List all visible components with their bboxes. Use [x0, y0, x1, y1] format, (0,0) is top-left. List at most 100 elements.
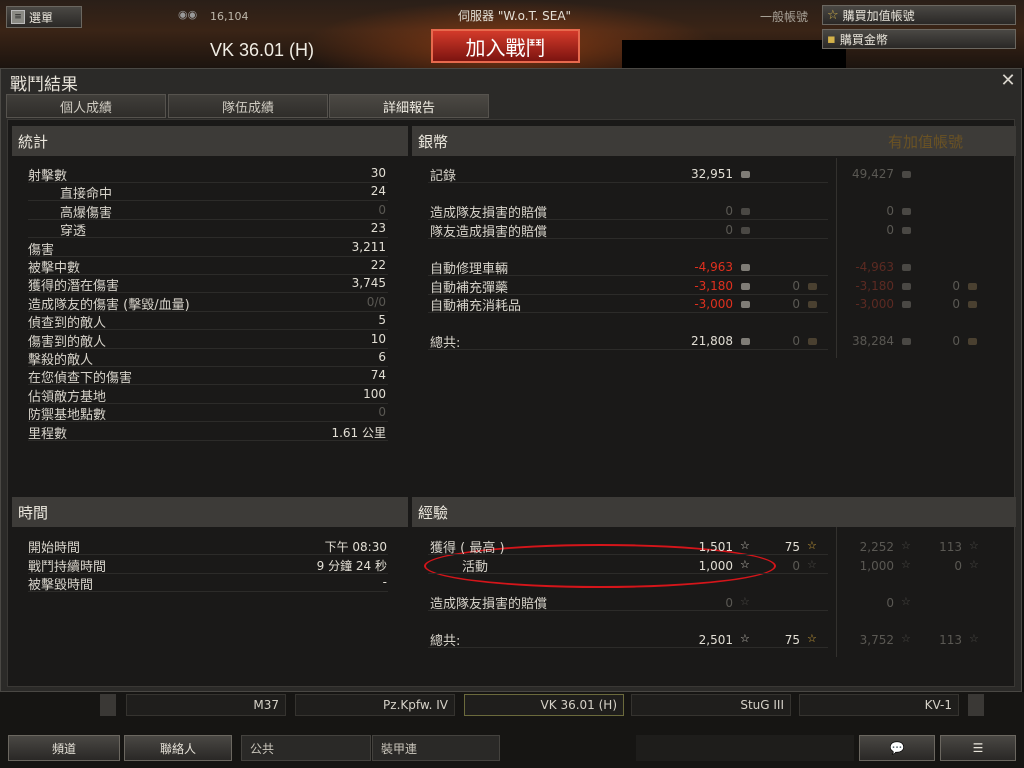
stats-row-value: 3,745: [351, 276, 386, 291]
premium-gold-icon: [968, 301, 977, 309]
premium-xp-star-icon: ☆: [901, 594, 911, 608]
credits-row-value: 0: [725, 204, 733, 219]
stats-row-value: 0: [378, 405, 386, 420]
gold-icon: ▪: [827, 31, 836, 47]
list-icon: ☰: [972, 741, 984, 755]
buy-gold-button[interactable]: ▪ 購買金幣: [822, 29, 1016, 49]
buy-premium-button[interactable]: ☆ 購買加值帳號: [822, 5, 1016, 25]
free-xp-star-icon: ☆: [807, 557, 817, 571]
premium-divider: [836, 158, 837, 358]
credits-row-value: 21,808: [691, 334, 733, 349]
gold-coin-icon: [808, 282, 817, 290]
premium-credits-value: 38,284: [852, 334, 894, 349]
credits-row-value: -4,963: [694, 260, 733, 274]
premium-coin-icon: [902, 208, 911, 216]
premium-xp-star-icon: ☆: [901, 539, 911, 552]
time-row-value: 下午 08:30: [324, 540, 387, 554]
premium-credits-value: -3,000: [855, 297, 894, 312]
contacts-button[interactable]: 聯絡人: [124, 735, 232, 761]
time-header-label: 時間: [18, 503, 49, 522]
list-button[interactable]: ☰: [940, 735, 1016, 761]
stats-row-value: 3,211: [351, 239, 386, 254]
credits-row-value: -3,180: [694, 278, 733, 293]
stats-row-value: 1.61 公里: [331, 425, 386, 440]
silver-coin-icon: [741, 338, 750, 346]
notification-area: [636, 735, 854, 761]
free-xp-value: 75: [784, 540, 800, 554]
public-chat-tab[interactable]: 公共: [241, 735, 371, 761]
carousel-tank-slot[interactable]: StuG III: [631, 694, 791, 716]
stats-row-divider: [28, 255, 388, 257]
carousel-left-arrow[interactable]: [100, 694, 116, 716]
premium-coin-icon: [902, 301, 911, 309]
free-xp-value: 75: [784, 632, 800, 647]
stats-header: 統計: [12, 126, 408, 156]
premium-gold-icon: [968, 338, 977, 346]
premium-coin-icon: [902, 282, 911, 290]
carousel-tank-slot[interactable]: M37: [126, 694, 286, 716]
carousel-right-arrow[interactable]: [968, 694, 984, 716]
silver-coin-icon: [741, 171, 750, 178]
gold-coin-icon: [808, 338, 817, 346]
tab-personal[interactable]: 個人成績: [6, 94, 166, 118]
premium-gold-value: 0: [952, 297, 960, 312]
account-type: 一般帳號: [760, 10, 809, 24]
credits-icon: ◉◉: [178, 8, 198, 21]
close-icon[interactable]: ✕: [999, 70, 1017, 91]
credits-row-divider: [428, 349, 828, 351]
carousel-tank-slot[interactable]: VK 36.01 (H): [464, 694, 624, 716]
buy-gold-label: 購買金幣: [839, 32, 888, 47]
premium-credits-value: -4,963: [855, 260, 894, 274]
free-xp-value: 0: [792, 558, 800, 573]
xp-value: 1,000: [698, 558, 733, 573]
credits-row-value: 32,951: [691, 167, 733, 181]
redaction-bar: [622, 40, 846, 68]
credits-row-divider: [428, 237, 828, 239]
premium-free-xp-star-icon: ☆: [969, 539, 979, 552]
stats-row-value: 24: [370, 184, 386, 199]
credits-value: 16,104: [210, 10, 249, 23]
selected-tank-name: VK 36.01 (H): [210, 40, 315, 60]
server-label: 伺服器 "W.o.T. SEA": [458, 9, 572, 23]
stats-row-divider: [28, 439, 388, 441]
company-chat-tab[interactable]: 裝甲連: [372, 735, 500, 761]
star-icon: ☆: [827, 7, 839, 23]
stats-row-value: 5: [378, 313, 386, 328]
gold-row-value: 0: [792, 334, 800, 349]
credits-header-label: 銀幣: [418, 132, 449, 151]
xp-row-divider: [428, 609, 828, 611]
silver-coin-icon: [741, 282, 750, 290]
experience-header: 經驗: [412, 497, 1016, 527]
premium-coin-icon: [902, 338, 911, 346]
stats-row-value: 10: [370, 331, 386, 346]
menu-button[interactable]: ≡ 選單: [6, 6, 82, 28]
stats-row-value: 30: [370, 166, 386, 180]
tab-team[interactable]: 隊伍成績: [168, 94, 328, 118]
premium-xp-value: 2,252: [859, 540, 894, 554]
premium-free-xp-star-icon: ☆: [969, 631, 979, 645]
join-battle-button[interactable]: 加入戰鬥: [431, 29, 580, 63]
premium-credits-value: -3,180: [855, 278, 894, 293]
premium-divider-xp: [836, 527, 837, 657]
credits-row-value: 0: [725, 222, 733, 237]
time-row-value: 9 分鐘 24 秒: [316, 558, 387, 573]
stats-row-divider: [28, 421, 388, 423]
stats-header-label: 統計: [18, 132, 49, 151]
buy-premium-label: 購買加值帳號: [842, 8, 915, 23]
channels-button[interactable]: 頻道: [8, 735, 120, 761]
tab-detailed-report[interactable]: 詳細報告: [329, 94, 489, 118]
free-xp-star-icon: ☆: [807, 631, 817, 645]
carousel-tank-slot[interactable]: KV-1: [799, 694, 959, 716]
time-row-divider: [28, 591, 388, 592]
chat-button[interactable]: 💬: [859, 735, 935, 761]
premium-xp-star-icon: ☆: [901, 557, 911, 571]
premium-free-xp-value: 113: [939, 632, 962, 647]
premium-gold-value: 0: [952, 278, 960, 293]
credits-row-divider: [428, 182, 828, 183]
premium-gold-icon: [968, 282, 977, 290]
carousel-tank-slot[interactable]: Pz.Kpfw. IV: [295, 694, 455, 716]
credits-row-value: -3,000: [694, 297, 733, 312]
window-title: 戰鬥結果: [10, 75, 78, 95]
xp-value: 2,501: [698, 632, 733, 647]
stats-row-value: 6: [378, 350, 386, 364]
